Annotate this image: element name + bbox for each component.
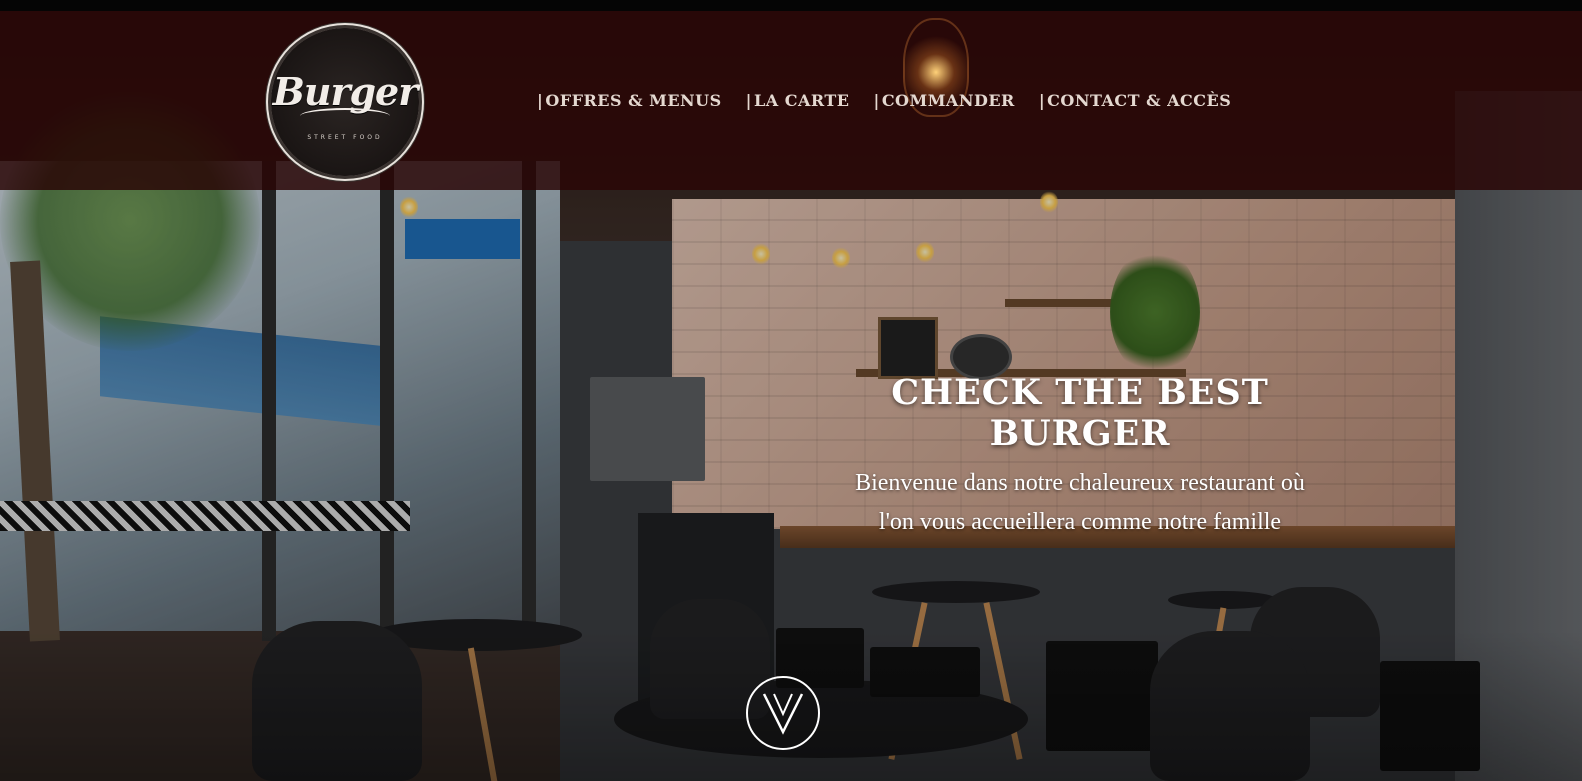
hero-subtitle: Bienvenue dans notre chaleureux restaura… [855,470,1305,535]
nav-contact-acces[interactable]: | CONTACT & ACCÈS [1039,90,1231,112]
nav-offres-menus[interactable]: | OFFRES & MENUS [537,90,722,112]
top-bar [0,0,1582,11]
main-nav: | OFFRES & MENUS | LA CARTE | COMMANDER | CO… [537,90,1231,112]
hero-text: CHECK THE BEST BURGER Bienvenue dans not… [800,372,1360,542]
nav-la-carte[interactable]: | LA CARTE [746,90,850,112]
scroll-down-button[interactable] [746,676,820,750]
chevron-down-icon [762,693,804,735]
logo-tagline: STREET FOOD [307,134,383,141]
hero-title: CHECK THE BEST BURGER [891,372,1269,454]
site-logo[interactable]: Burger STREET FOOD [271,28,419,176]
nav-commander[interactable]: | COMMANDER [873,90,1014,112]
